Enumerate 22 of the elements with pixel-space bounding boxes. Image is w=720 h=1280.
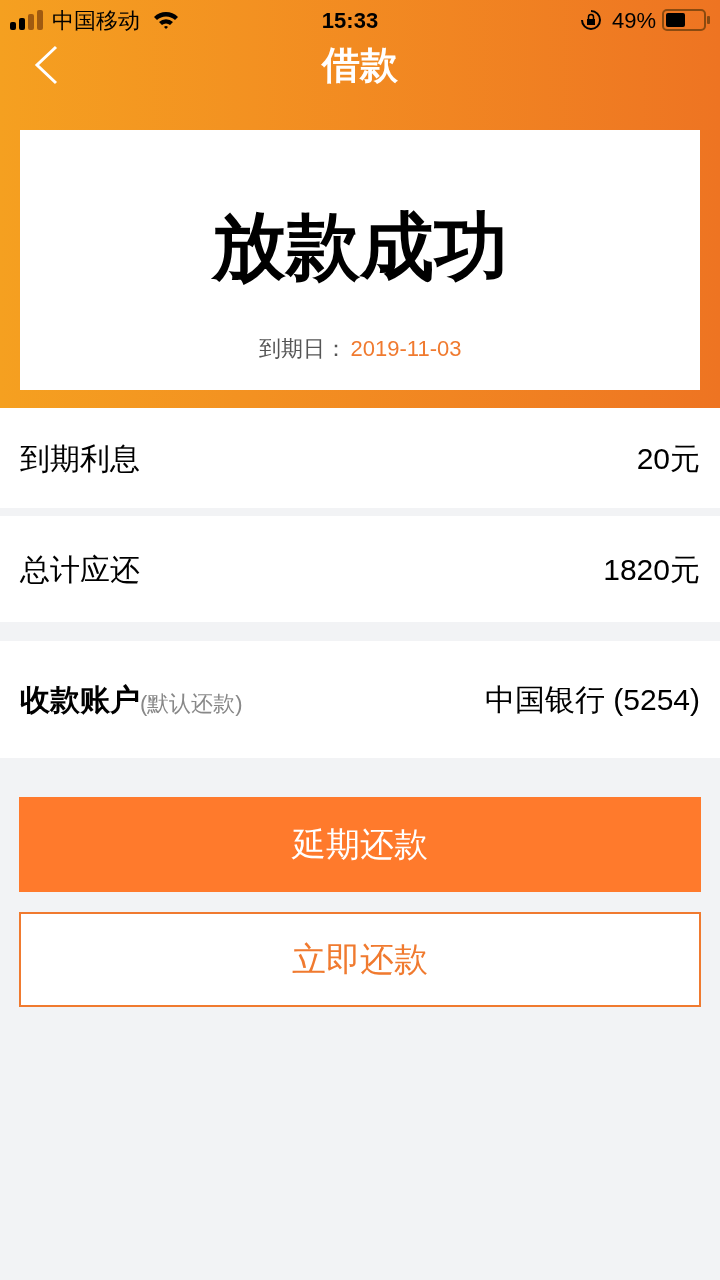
row-label: 收款账户 bbox=[20, 682, 140, 718]
delay-repay-button[interactable]: 延期还款 bbox=[19, 797, 701, 892]
battery-percent: 49% bbox=[611, 6, 656, 35]
row-value: 中国银行 (5254) bbox=[484, 682, 700, 718]
row-note: (默认还款) bbox=[140, 690, 243, 718]
carrier-name: 中国移动 bbox=[52, 6, 140, 35]
row-value: 1820元 bbox=[603, 551, 700, 588]
battery-icon bbox=[662, 9, 710, 31]
row-label: 到期利息 bbox=[20, 440, 140, 477]
page-title: 借款 bbox=[322, 42, 398, 88]
due-date: 2019-11-03 bbox=[350, 335, 462, 363]
rotation-lock-icon bbox=[579, 9, 602, 31]
row-value: 20元 bbox=[636, 440, 700, 477]
row-label: 总计应还 bbox=[20, 551, 140, 588]
wifi-icon bbox=[152, 10, 180, 30]
repay-now-button[interactable]: 立即还款 bbox=[19, 912, 701, 1007]
back-icon bbox=[34, 45, 58, 85]
due-date-label: 到期日： bbox=[258, 335, 347, 363]
back-button[interactable] bbox=[34, 44, 60, 86]
status-time: 15:33 bbox=[320, 6, 380, 35]
signal-icon bbox=[10, 10, 44, 30]
result-title: 放款成功 bbox=[212, 210, 508, 284]
